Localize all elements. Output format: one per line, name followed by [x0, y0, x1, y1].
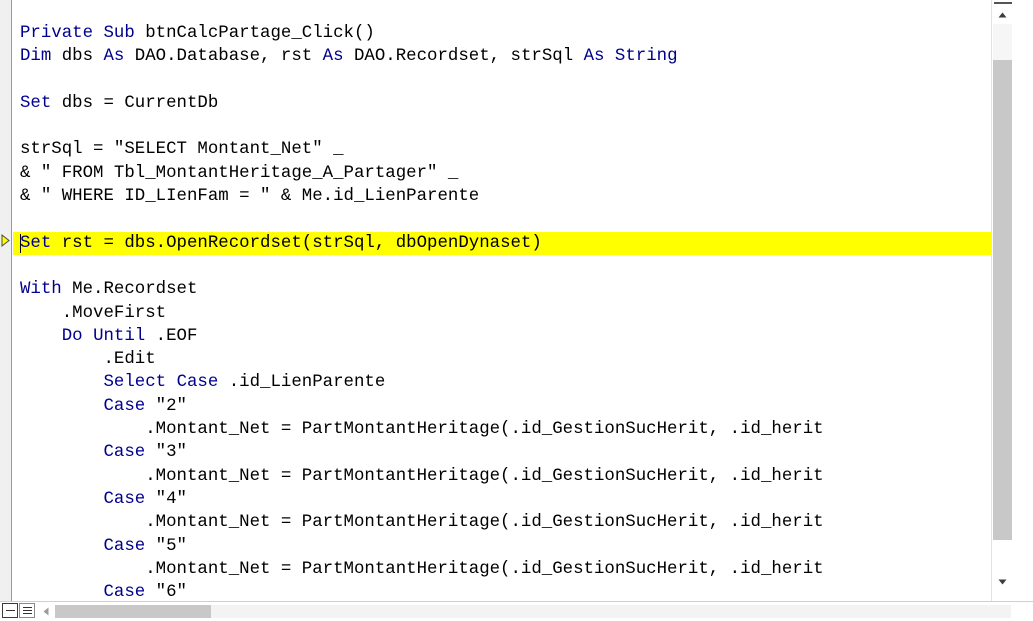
- code-line[interactable]: strSql = "SELECT Montant_Net" _: [13, 138, 1012, 161]
- code-line[interactable]: [13, 255, 1012, 278]
- indicator-margin[interactable]: [0, 0, 12, 601]
- code-line[interactable]: Case "5": [13, 535, 1012, 558]
- code-keyword: Until: [93, 326, 146, 346]
- code-keyword: Do: [61, 326, 83, 346]
- code-line[interactable]: Dim dbs As DAO.Database, rst As DAO.Reco…: [13, 45, 1012, 68]
- code-identifier: DAO.Database, rst: [124, 47, 323, 67]
- code-line[interactable]: Case "4": [13, 488, 1012, 511]
- code-identifier: .id_LienParente: [218, 373, 386, 393]
- code-keyword: Sub: [103, 24, 135, 43]
- code-line[interactable]: Set dbs = CurrentDb: [13, 92, 1012, 115]
- code-keyword: Set: [20, 93, 52, 113]
- code-line[interactable]: [13, 69, 1012, 92]
- code-identifier: & " FROM Tbl_MontantHeritage_A_Partager"…: [20, 163, 459, 183]
- code-line[interactable]: Case "6": [13, 581, 1012, 601]
- code-keyword: Private: [20, 24, 94, 43]
- code-line[interactable]: [13, 208, 1012, 231]
- code-identifier: "6": [145, 583, 187, 601]
- code-identifier: dbs = CurrentDb: [51, 93, 219, 113]
- code-identifier: [93, 24, 103, 43]
- text-caret: [20, 233, 21, 253]
- scrollbar-corner: [1012, 602, 1033, 621]
- code-keyword: Case: [103, 536, 146, 556]
- scroll-up-button[interactable]: [992, 6, 1012, 24]
- code-line[interactable]: Case "3": [13, 441, 1012, 464]
- code-keyword: Case: [103, 396, 146, 416]
- code-identifier: [604, 47, 614, 66]
- code-keyword: Case: [103, 489, 146, 509]
- code-identifier: .Edit: [20, 350, 156, 370]
- code-identifier: [20, 397, 104, 416]
- procedure-view-button[interactable]: [2, 603, 18, 618]
- code-identifier: & " WHERE ID_LIenFam = " & Me.id_LienPar…: [20, 187, 480, 207]
- code-identifier: .MoveFirst: [20, 303, 167, 323]
- code-line[interactable]: Set rst = dbs.OpenRecordset(strSql, dbOp…: [13, 231, 1012, 255]
- code-keyword: With: [20, 280, 62, 300]
- code-keyword: Case: [103, 443, 146, 463]
- code-identifier: btnCalcPartage_Click(): [134, 24, 375, 43]
- code-identifier: .Montant_Net = PartMontantHeritage(.id_G…: [20, 513, 824, 533]
- code-line[interactable]: .Montant_Net = PartMontantHeritage(.id_G…: [13, 511, 1012, 534]
- code-identifier: [83, 327, 93, 346]
- code-identifier: [20, 373, 104, 392]
- code-keyword: Select: [103, 373, 167, 393]
- full-module-view-button[interactable]: [19, 603, 35, 618]
- code-identifier: Me.Recordset: [61, 280, 198, 300]
- code-line[interactable]: & " FROM Tbl_MontantHeritage_A_Partager"…: [13, 162, 1012, 185]
- code-identifier: dbs: [51, 47, 104, 67]
- scroll-left-button[interactable]: [38, 604, 53, 619]
- code-identifier: strSql = "SELECT Montant_Net" _: [20, 140, 344, 160]
- code-identifier: "4": [145, 489, 187, 509]
- code-line[interactable]: .Montant_Net = PartMontantHeritage(.id_G…: [13, 418, 1012, 441]
- code-line[interactable]: Case "2": [13, 395, 1012, 418]
- horizontal-scroll-thumb[interactable]: [55, 605, 211, 618]
- code-line[interactable]: Do Until .EOF: [13, 325, 1012, 348]
- code-line[interactable]: .MoveFirst: [13, 302, 1012, 325]
- code-keyword: As: [103, 47, 125, 67]
- code-identifier: [20, 537, 104, 556]
- code-keyword: As: [322, 47, 344, 67]
- code-identifier: [20, 583, 104, 601]
- editor-bottom-bar: [0, 601, 1033, 621]
- code-identifier: "3": [145, 443, 187, 463]
- code-identifier: .Montant_Net = PartMontantHeritage(.id_G…: [20, 559, 824, 579]
- next-statement-arrow-icon: [0, 229, 12, 252]
- code-keyword: Dim: [20, 47, 52, 67]
- scrollbar-top-divider: [994, 2, 1012, 4]
- horizontal-scroll-track[interactable]: [211, 605, 1011, 618]
- code-identifier: .Montant_Net = PartMontantHeritage(.id_G…: [20, 420, 824, 440]
- vba-code-editor-window: Private Sub btnCalcPartage_Click() Dim db…: [0, 0, 1033, 621]
- code-line[interactable]: .Montant_Net = PartMontantHeritage(.id_G…: [13, 558, 1012, 581]
- vertical-scroll-thumb[interactable]: [993, 60, 1012, 540]
- code-identifier: [20, 443, 104, 462]
- code-identifier: [166, 373, 176, 392]
- code-identifier: [20, 490, 104, 509]
- code-line[interactable]: Select Case .id_LienParente: [13, 371, 1012, 394]
- code-keyword: Case: [176, 373, 219, 393]
- code-keyword: Case: [103, 583, 146, 601]
- code-identifier: "2": [145, 396, 187, 416]
- vertical-scrollbar[interactable]: [991, 0, 1012, 601]
- code-line[interactable]: .Montant_Net = PartMontantHeritage(.id_G…: [13, 465, 1012, 488]
- code-line[interactable]: & " WHERE ID_LIenFam = " & Me.id_LienPar…: [13, 185, 1012, 208]
- code-keyword: String: [614, 47, 678, 67]
- code-editor-pane[interactable]: Private Sub btnCalcPartage_Click() Dim db…: [0, 0, 1012, 601]
- code-identifier: "5": [145, 536, 187, 556]
- code-keyword: As: [583, 47, 605, 67]
- code-keyword: Set: [20, 233, 52, 253]
- code-identifier: .Montant_Net = PartMontantHeritage(.id_G…: [20, 466, 824, 486]
- vertical-scroll-track[interactable]: [993, 24, 1012, 60]
- code-identifier: rst = dbs.OpenRecordset(strSql, dbOpenDy…: [51, 233, 542, 253]
- code-text[interactable]: Private Sub btnCalcPartage_Click() Dim db…: [13, 0, 1012, 601]
- code-line[interactable]: .Edit: [13, 348, 1012, 371]
- code-identifier: DAO.Recordset, strSql: [343, 47, 584, 67]
- view-mode-buttons: [2, 603, 35, 618]
- code-line[interactable]: Private Sub btnCalcPartage_Click(): [13, 22, 1012, 45]
- code-identifier: .EOF: [145, 326, 198, 346]
- code-identifier: [20, 327, 62, 346]
- scroll-down-button[interactable]: [992, 573, 1012, 591]
- code-line[interactable]: [13, 115, 1012, 138]
- code-line[interactable]: With Me.Recordset: [13, 278, 1012, 301]
